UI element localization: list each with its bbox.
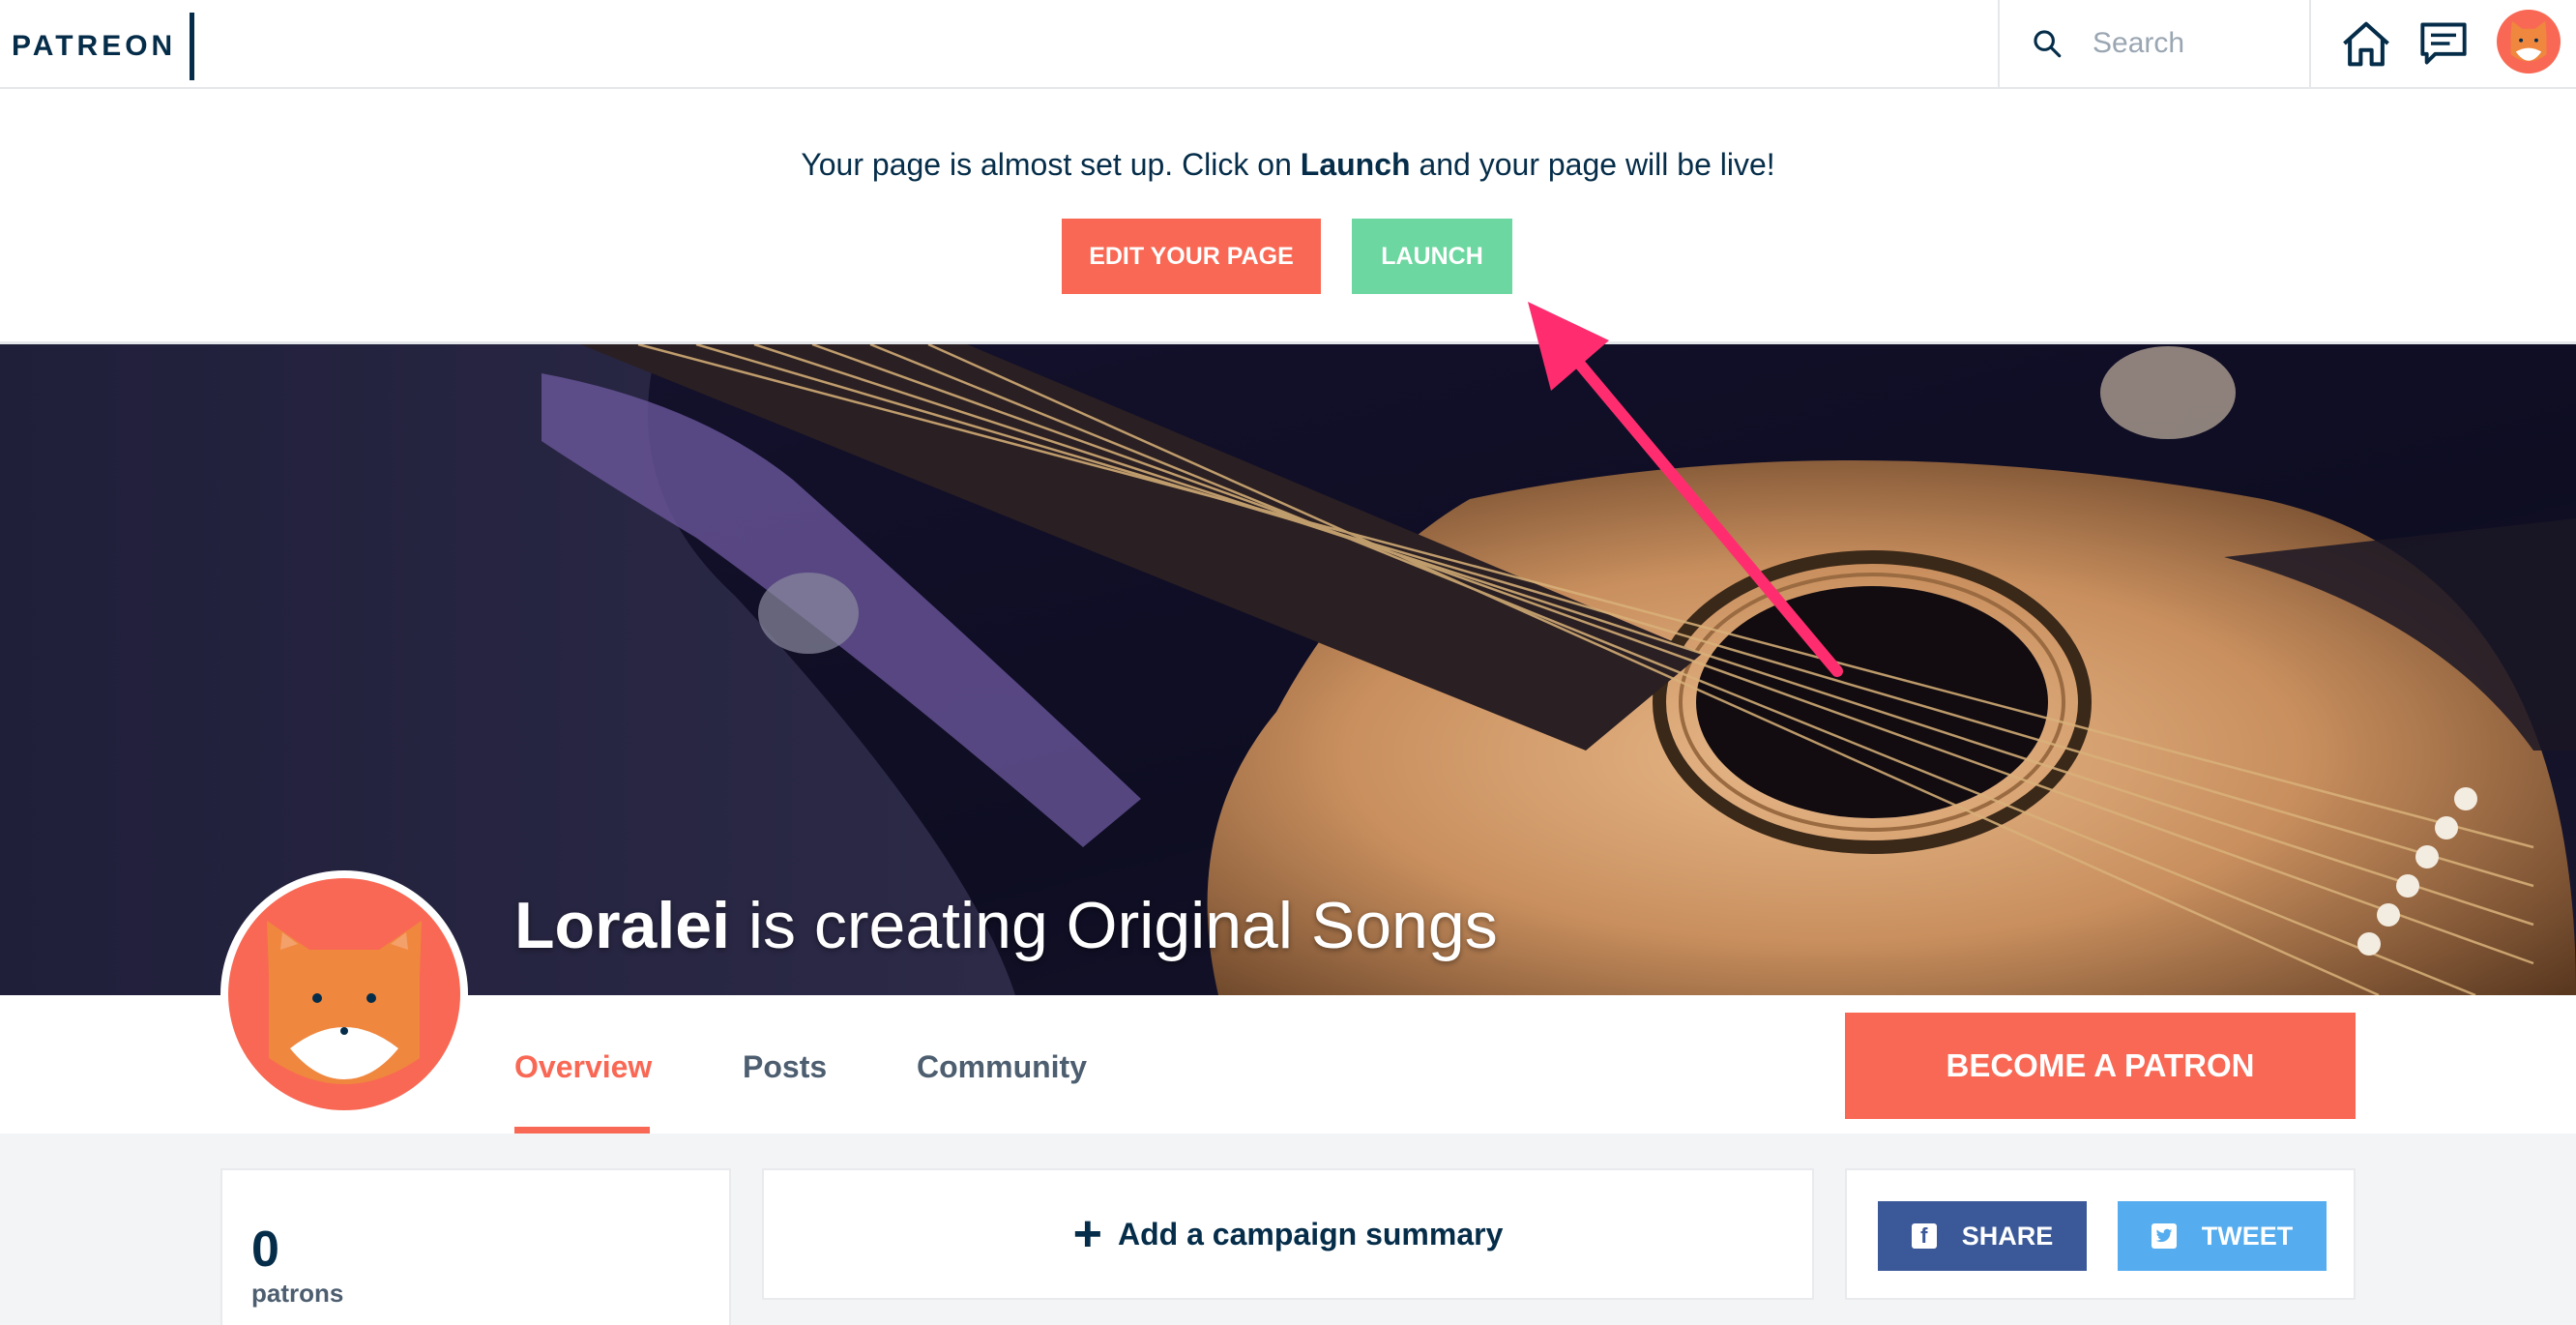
profile-avatar — [220, 870, 468, 1118]
share-card: f SHARE TWEET — [1845, 1168, 2356, 1300]
setup-message-text: Your page is almost set up. Click on — [801, 147, 1301, 182]
campaign-title: Loralei is creating Original Songs — [514, 888, 1498, 963]
setup-message-bold: Launch — [1300, 147, 1411, 182]
become-a-patron-button[interactable]: BECOME A PATRON — [1845, 1013, 2356, 1119]
fox-avatar-icon — [267, 921, 422, 1084]
edit-your-page-button[interactable]: EDIT YOUR PAGE — [1062, 219, 1321, 294]
creator-name: Loralei — [514, 889, 730, 962]
search-box[interactable] — [1998, 0, 2311, 87]
twitter-icon — [2151, 1223, 2177, 1249]
patron-count: 0 — [251, 1222, 279, 1278]
tab-community[interactable]: Community — [917, 1049, 1087, 1085]
add-campaign-summary-label: Add a campaign summary — [1118, 1216, 1504, 1251]
setup-banner: Your page is almost set up. Click on Lau… — [0, 89, 2576, 344]
top-nav: PATREON — [0, 0, 2576, 89]
setup-message-tail: and your page will be live! — [1410, 147, 1775, 182]
twitter-tweet-label: TWEET — [2201, 1221, 2294, 1251]
facebook-icon: f — [1911, 1223, 1937, 1249]
patron-label: patrons — [251, 1279, 344, 1308]
patrons-card: 0 patrons — [220, 1168, 731, 1325]
facebook-share-label: SHARE — [1961, 1221, 2054, 1251]
fox-avatar-icon — [2510, 20, 2547, 62]
tab-posts[interactable]: Posts — [743, 1049, 827, 1085]
home-icon[interactable] — [2336, 14, 2396, 74]
twitter-tweet-button[interactable]: TWEET — [2118, 1201, 2327, 1271]
facebook-share-button[interactable]: f SHARE — [1878, 1201, 2087, 1271]
tab-overview[interactable]: Overview — [514, 1049, 652, 1085]
logo-divider — [190, 13, 195, 80]
messages-icon[interactable] — [2414, 14, 2474, 74]
logo-text: PATREON — [12, 30, 177, 62]
active-tab-indicator — [514, 1127, 650, 1134]
campaign-summary-card: + Add a campaign summary — [762, 1168, 1814, 1300]
plus-icon: + — [1072, 1206, 1103, 1262]
patreon-logo[interactable]: PATREON — [12, 13, 195, 80]
creating-text: is creating Original Songs — [729, 889, 1498, 962]
search-input[interactable] — [2093, 27, 2305, 60]
setup-message: Your page is almost set up. Click on Lau… — [0, 147, 2576, 183]
launch-button[interactable]: LAUNCH — [1352, 219, 1512, 294]
add-campaign-summary-button[interactable]: + Add a campaign summary — [1073, 1209, 1504, 1259]
search-icon — [2034, 30, 2062, 58]
user-avatar[interactable] — [2497, 10, 2561, 74]
